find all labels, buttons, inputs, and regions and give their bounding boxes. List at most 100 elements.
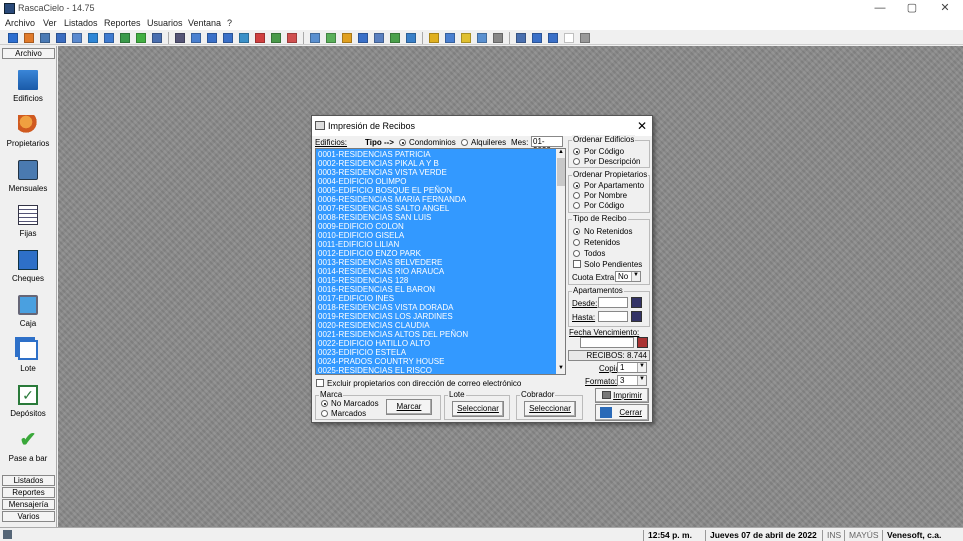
- owners-icon[interactable]: [24, 33, 34, 43]
- envelope-icon[interactable]: [477, 33, 487, 43]
- menu-ventana[interactable]: Ventana: [188, 18, 221, 28]
- mail-icon[interactable]: [429, 33, 439, 43]
- scroll-thumb[interactable]: [557, 158, 565, 186]
- list-item[interactable]: 0003-RESIDENCIAS VISTA VERDE: [318, 168, 447, 177]
- lote-seleccionar-button[interactable]: Seleccionar: [452, 401, 504, 417]
- edit-icon[interactable]: [72, 33, 82, 43]
- building-icon[interactable]: [40, 33, 50, 43]
- money-icon[interactable]: [390, 33, 400, 43]
- list-item[interactable]: 0019-RESIDENCIAS LOS JARDINES: [318, 312, 453, 321]
- sidebar-item-cheques[interactable]: Cheques: [0, 250, 56, 288]
- hasta-input[interactable]: [598, 311, 628, 322]
- list-item[interactable]: 0002-RESIDENCIAS PIKAL A Y B: [318, 159, 439, 168]
- list-item[interactable]: 0001-RESIDENCIAS PATRICIA: [318, 150, 431, 159]
- sidebar-item-edificios[interactable]: Edificios: [0, 70, 56, 108]
- list-item[interactable]: 0006-RESIDENCIAS MARIA FERNANDA: [318, 195, 466, 204]
- doc-blue-icon[interactable]: [532, 33, 542, 43]
- list-scrollbar[interactable]: ▲ ▼: [556, 149, 565, 374]
- sidebar-header-listados[interactable]: Listados: [2, 475, 55, 486]
- document-icon[interactable]: [56, 33, 66, 43]
- no-marcados-radio[interactable]: [321, 400, 328, 407]
- sidebar-header-archivo[interactable]: Archivo: [2, 48, 55, 59]
- list-item[interactable]: 0016-RESIDENCIAS EL BARON: [318, 285, 435, 294]
- table-icon[interactable]: [358, 33, 368, 43]
- window-icon[interactable]: [374, 33, 384, 43]
- sidebar-item-depositos[interactable]: ✓ Depósitos: [0, 385, 56, 423]
- orden-edif-descripcion-radio[interactable]: [573, 158, 580, 165]
- list-item[interactable]: 0004-EDIFICIO OLIMPO: [318, 177, 406, 186]
- list-item[interactable]: 0024-PRADOS COUNTRY HOUSE: [318, 357, 444, 366]
- print-icon[interactable]: [580, 33, 590, 43]
- menu-archivo[interactable]: Archivo: [5, 18, 35, 28]
- list-item[interactable]: 0011-EDIFICIO LILIAN: [318, 240, 399, 249]
- orden-prop-apartamento-radio[interactable]: [573, 182, 580, 189]
- scroll-down-icon[interactable]: ▼: [557, 365, 565, 373]
- buildings-list[interactable]: 0001-RESIDENCIAS PATRICIA 0002-RESIDENCIA…: [315, 148, 566, 375]
- list-item[interactable]: 0012-EDIFICIO ENZO PARK: [318, 249, 421, 258]
- bank-icon[interactable]: [255, 33, 265, 43]
- marcados-radio[interactable]: [321, 410, 328, 417]
- list-item[interactable]: 0009-EDIFICIO COLON: [318, 222, 404, 231]
- orden-prop-nombre-radio[interactable]: [573, 192, 580, 199]
- open-folder-icon[interactable]: [461, 33, 471, 43]
- todos-radio[interactable]: [573, 250, 580, 257]
- orden-prop-codigo-radio[interactable]: [573, 202, 580, 209]
- alert-icon[interactable]: [287, 33, 297, 43]
- sidebar-header-varios[interactable]: Varios: [2, 511, 55, 522]
- report2-icon[interactable]: [207, 33, 217, 43]
- batch-icon[interactable]: [104, 33, 114, 43]
- diamond-icon[interactable]: [326, 33, 336, 43]
- globe-icon[interactable]: [445, 33, 455, 43]
- menu-ver[interactable]: Ver: [43, 18, 57, 28]
- sidebar-header-reportes[interactable]: Reportes: [2, 487, 55, 498]
- sidebar-item-propietarios[interactable]: Propietarios: [0, 115, 56, 153]
- window-blue-icon[interactable]: [548, 33, 558, 43]
- chart-icon[interactable]: [239, 33, 249, 43]
- sidebar-item-fijas[interactable]: Fijas: [0, 205, 56, 243]
- disk-icon[interactable]: [310, 33, 320, 43]
- check-icon[interactable]: [136, 33, 146, 43]
- orden-edif-codigo-radio[interactable]: [573, 148, 580, 155]
- list-item[interactable]: 0010-EDIFICIO GISELA: [318, 231, 404, 240]
- minimize-button[interactable]: —: [868, 1, 892, 15]
- calendar-icon[interactable]: [637, 337, 648, 348]
- close-button[interactable]: ✕: [933, 1, 957, 15]
- menu-listados[interactable]: Listados: [64, 18, 98, 28]
- maximize-button[interactable]: ▢: [900, 1, 924, 15]
- menu-reportes[interactable]: Reportes: [104, 18, 141, 28]
- cerrar-button[interactable]: Cerrar: [595, 404, 649, 421]
- cuota-extra-select[interactable]: No ▼: [615, 271, 641, 282]
- dialog-close-button[interactable]: ✕: [634, 118, 650, 134]
- solo-pendientes-checkbox[interactable]: [573, 260, 581, 268]
- list-icon[interactable]: [152, 33, 162, 43]
- checkbox-icon[interactable]: [120, 33, 130, 43]
- people-icon[interactable]: [271, 33, 281, 43]
- sidebar-item-caja[interactable]: Caja: [0, 295, 56, 333]
- list-item[interactable]: 0020-RESIDENCIAS CLAUDIA: [318, 321, 430, 330]
- copias-select[interactable]: 1 ▼: [617, 362, 647, 373]
- no-retenidos-radio[interactable]: [573, 228, 580, 235]
- menu-help[interactable]: ?: [227, 18, 232, 28]
- grid-icon[interactable]: [175, 33, 185, 43]
- sidebar-item-pase-a-bar[interactable]: ✔ Pase a bar: [0, 430, 56, 468]
- new-icon[interactable]: [8, 33, 18, 43]
- sidebar-item-mensuales[interactable]: Mensuales: [0, 160, 56, 198]
- scroll-up-icon[interactable]: ▲: [557, 149, 565, 157]
- gauge-icon[interactable]: [406, 33, 416, 43]
- list-item[interactable]: 0022-EDIFICIO HATILLO ALTO: [318, 339, 430, 348]
- cobrador-seleccionar-button[interactable]: Seleccionar: [524, 401, 576, 417]
- monitor-icon[interactable]: [88, 33, 98, 43]
- list-item[interactable]: 0007-RESIDENCIAS SALTO ANGEL: [318, 204, 449, 213]
- retenidos-radio[interactable]: [573, 239, 580, 246]
- mes-input[interactable]: 01-2022: [531, 136, 563, 155]
- blank-page-icon[interactable]: [564, 33, 574, 43]
- fecha-vencimiento-input[interactable]: [580, 337, 634, 348]
- marcar-button[interactable]: Marcar: [386, 399, 432, 415]
- desde-input[interactable]: [598, 297, 628, 308]
- list-item[interactable]: 0025-RESIDENCIAS EL RISCO: [318, 366, 432, 374]
- menu-usuarios[interactable]: Usuarios: [147, 18, 183, 28]
- folder-icon[interactable]: [342, 33, 352, 43]
- list-item[interactable]: 0018-RESIDENCIAS VISTA DORADA: [318, 303, 453, 312]
- list-item[interactable]: 0015-RESIDENCIAS 128: [318, 276, 408, 285]
- calculator-icon[interactable]: [493, 33, 503, 43]
